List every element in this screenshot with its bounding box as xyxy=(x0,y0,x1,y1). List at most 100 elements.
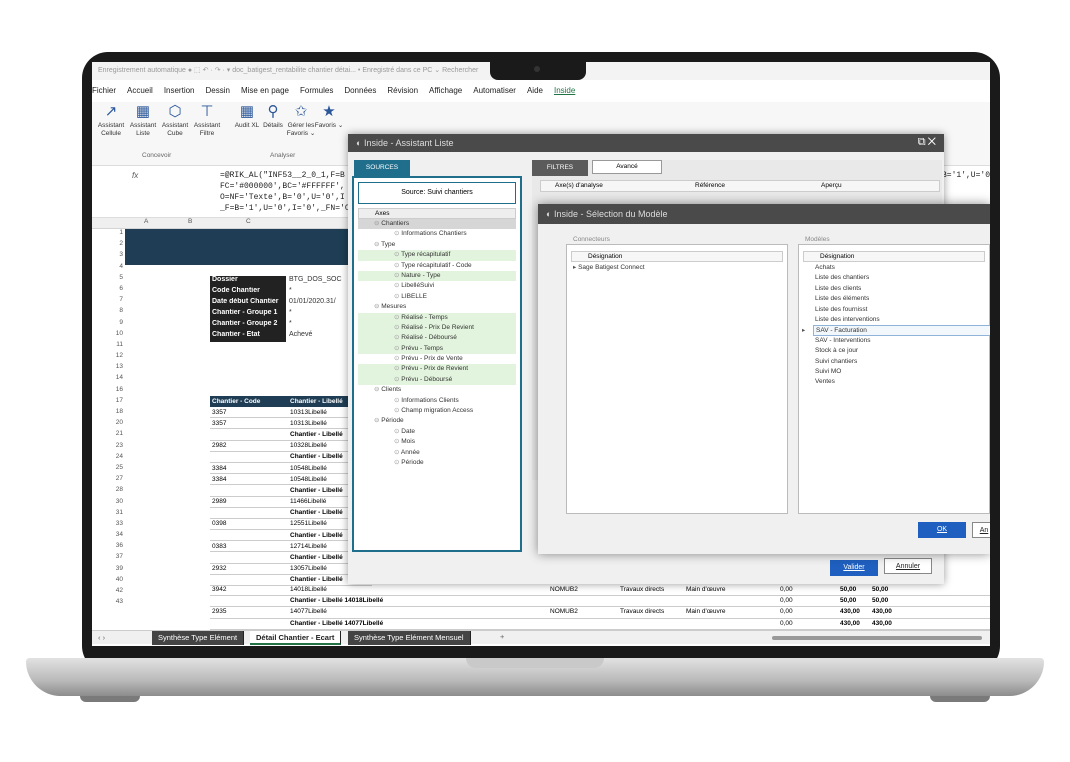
ribbon-button[interactable]: ▦ Assistant Liste xyxy=(126,104,160,138)
row-number[interactable]: 6 xyxy=(106,285,126,296)
tree-item[interactable]: ⊖ Période xyxy=(358,416,516,426)
row-number[interactable]: 37 xyxy=(106,553,126,564)
sheet-tab-active[interactable]: Détail Chantier - Ecart xyxy=(250,631,342,645)
tree-item[interactable]: ⊙ Champ migration Access xyxy=(358,406,516,416)
ribbon-button[interactable]: ⬡ Assistant Cube xyxy=(158,104,192,138)
menu-item[interactable]: Aide xyxy=(527,86,543,95)
ok-button[interactable]: OK xyxy=(918,522,966,538)
row-number[interactable]: 5 xyxy=(106,274,126,285)
menu-item[interactable]: Affichage xyxy=(429,86,462,95)
tab-sources[interactable]: SOURCES xyxy=(354,160,410,176)
row-number[interactable]: 24 xyxy=(106,453,126,464)
table-row[interactable]: Chantier - Libellé 14077Libellé 0,00 430,0… xyxy=(210,619,990,630)
row-number[interactable]: 28 xyxy=(106,486,126,497)
row-number[interactable]: 8 xyxy=(106,307,126,318)
row-number[interactable]: 12 xyxy=(106,352,126,363)
list-item[interactable]: Ventes xyxy=(815,377,990,387)
table-row[interactable]: 3942 14018Libellé NOMUB2 Travaux directs Mai… xyxy=(210,585,990,597)
tree-item[interactable]: ⊖ Chantiers xyxy=(358,219,516,230)
row-number[interactable]: 11 xyxy=(106,341,126,352)
sheet-tab[interactable]: Synthèse Type Elément xyxy=(152,631,245,645)
row-number[interactable]: 13 xyxy=(106,363,126,374)
menu-item[interactable]: Fichier xyxy=(92,86,116,95)
col-a[interactable]: A xyxy=(144,218,148,225)
list-item[interactable]: Liste des clients xyxy=(815,284,990,294)
tree-item[interactable]: ⊙ Prévu - Prix de Revient xyxy=(358,364,516,375)
row-number[interactable]: 43 xyxy=(106,598,126,609)
menu-item[interactable]: Automatiser xyxy=(473,86,516,95)
row-number[interactable]: 2 xyxy=(106,240,126,251)
tree-item[interactable]: ⊙ LibelléSuivi xyxy=(358,281,516,291)
tree-item[interactable]: ⊙ Réalisé - Prix De Revient xyxy=(358,322,516,334)
row-number[interactable]: 21 xyxy=(106,430,126,441)
tree-item[interactable]: ⊖ Type xyxy=(358,240,516,250)
row-number[interactable]: 30 xyxy=(106,498,126,509)
tab-filtres[interactable]: FILTRES xyxy=(532,160,588,176)
tree-item[interactable]: ⊙ Type récapitulatif xyxy=(358,250,516,261)
sheet-tab[interactable]: Synthèse Type Elément Mensuel xyxy=(348,631,471,645)
row-number[interactable]: 34 xyxy=(106,531,126,542)
tree-item[interactable]: ⊙ Informations Chantiers xyxy=(358,229,516,239)
row-number[interactable]: 40 xyxy=(106,576,126,587)
list-item[interactable]: Liste des chantiers xyxy=(815,273,990,283)
tree-item[interactable]: ⊙ LIBELLE xyxy=(358,292,516,302)
tree-item[interactable]: ⊙ Prévu - Déboursé xyxy=(358,374,516,386)
row-number[interactable]: 18 xyxy=(106,408,126,419)
row-number[interactable]: 23 xyxy=(106,442,126,453)
tree-item[interactable]: ⊙ Période xyxy=(358,458,516,468)
row-number[interactable]: 25 xyxy=(106,464,126,475)
row-number[interactable]: 33 xyxy=(106,520,126,531)
tree-item[interactable]: ⊙ Informations Clients xyxy=(358,396,516,406)
list-item[interactable]: ▸ SAV - Facturation xyxy=(802,325,990,336)
tab-scroll-icon[interactable]: ‹ › xyxy=(98,633,105,642)
tree-item[interactable]: ⊖ Mesures xyxy=(358,302,516,312)
tree-item[interactable]: ⊙ Mois xyxy=(358,437,516,447)
tab-avance[interactable]: Avancé xyxy=(592,160,662,174)
tree-item[interactable]: ⊙ Année xyxy=(358,448,516,458)
row-number[interactable]: 7 xyxy=(106,296,126,307)
list-item[interactable]: SAV - Interventions xyxy=(815,336,990,346)
menu-item[interactable]: Insertion xyxy=(164,86,195,95)
menu-item[interactable]: Mise en page xyxy=(241,86,289,95)
col-b[interactable]: B xyxy=(188,218,192,225)
list-item[interactable]: Liste des fournisst xyxy=(815,305,990,315)
row-number[interactable]: 4 xyxy=(106,263,126,274)
ribbon-button[interactable]: ⊤ Assistant Filtre xyxy=(190,104,224,138)
valider-button[interactable]: Valider xyxy=(830,560,878,576)
tree-item[interactable]: ⊙ Nature - Type xyxy=(358,270,516,282)
row-number[interactable]: 39 xyxy=(106,565,126,576)
menu-item[interactable]: Formules xyxy=(300,86,333,95)
row-number[interactable]: 3 xyxy=(106,251,126,262)
row-number[interactable]: 36 xyxy=(106,542,126,553)
row-number[interactable]: 16 xyxy=(106,386,126,397)
row-number[interactable]: 17 xyxy=(106,397,126,408)
menu-item[interactable]: Données xyxy=(344,86,376,95)
row-number[interactable]: 1 xyxy=(106,229,126,240)
tree-item[interactable]: ⊖ Clients xyxy=(358,385,516,395)
add-sheet-icon[interactable]: + xyxy=(500,632,504,641)
list-item[interactable]: Suivi chantiers xyxy=(815,357,990,367)
row-number[interactable]: 9 xyxy=(106,319,126,330)
tree-item[interactable]: ⊙ Prévu - Temps xyxy=(358,343,516,355)
list-item[interactable]: ▸ Sage Batigest Connect xyxy=(573,263,645,273)
list-item[interactable]: Liste des éléments xyxy=(815,294,990,304)
tree-item[interactable]: ⊙ Prévu - Prix de Vente xyxy=(358,354,516,364)
menu-item[interactable]: Révision xyxy=(387,86,418,95)
list-item[interactable]: Suivi MO xyxy=(815,367,990,377)
list-item[interactable]: Liste des interventions xyxy=(815,315,990,325)
menu-item[interactable]: Inside xyxy=(554,86,575,95)
ribbon-button[interactable]: ★ Favoris ⌄ xyxy=(312,104,346,130)
source-title[interactable]: Source: Suivi chantiers xyxy=(358,182,516,204)
window-controls-icon[interactable]: ⧉✕ xyxy=(918,136,938,149)
table-row[interactable]: Chantier - Libellé 14018Libellé 0,00 50,00… xyxy=(210,596,990,608)
menu-item[interactable]: Dessin xyxy=(206,86,230,95)
tree-item[interactable]: ⊙ Type récapitulatif - Code xyxy=(358,261,516,271)
row-number[interactable]: 42 xyxy=(106,587,126,598)
row-number[interactable]: 10 xyxy=(106,330,126,341)
row-number[interactable]: 20 xyxy=(106,419,126,430)
row-number[interactable]: 14 xyxy=(106,374,126,385)
tree-item[interactable]: ⊙ Réalisé - Temps xyxy=(358,312,516,323)
list-item[interactable]: Stock à ce jour xyxy=(815,346,990,356)
row-number[interactable]: 31 xyxy=(106,509,126,520)
tree-item[interactable]: ⊙ Réalisé - Déboursé xyxy=(358,333,516,344)
